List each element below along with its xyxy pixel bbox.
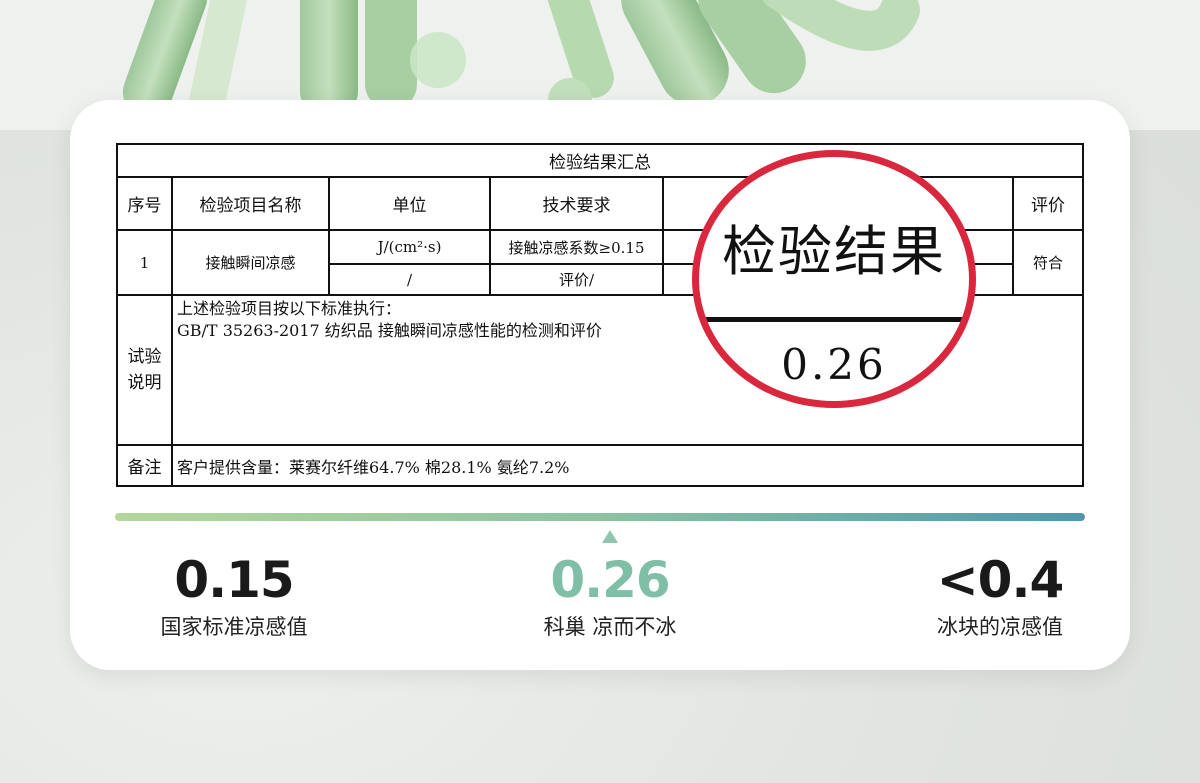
row-unit-2: / xyxy=(328,263,491,296)
scale-marker-triangle-icon xyxy=(602,530,618,543)
stat-label: 冰块的凉感值 xyxy=(937,615,1063,639)
note-text: 客户提供含量：莱赛尔纤维64.7% 棉28.1% 氨纶7.2% xyxy=(170,444,1085,487)
stat-label: 科巢 凉而不冰 xyxy=(543,615,677,639)
row-unit: J/(cm²·s) xyxy=(328,229,491,265)
result-magnifier: 检验结果 0.26 xyxy=(692,150,976,408)
result-card: 检验结果汇总 序号 检验项目名称 单位 技术要求 评价 1 接触瞬间凉感 J/(… xyxy=(70,100,1130,670)
header-unit: 单位 xyxy=(328,176,491,231)
header-requirement: 技术要求 xyxy=(489,176,664,231)
header-seq: 序号 xyxy=(116,176,173,231)
row-seq: 1 xyxy=(116,229,173,296)
magnifier-divider xyxy=(699,317,969,322)
magnifier-title: 检验结果 xyxy=(722,220,946,283)
coolness-scale-bar xyxy=(115,513,1085,521)
stat-value: 0.15 xyxy=(174,551,294,609)
stat-value: 0.26 xyxy=(550,551,670,609)
header-rating: 评价 xyxy=(1011,176,1085,231)
stat-label: 国家标准凉感值 xyxy=(160,615,308,639)
test-label: 试验 说明 xyxy=(116,294,173,446)
row-requirement-2: 评价/ xyxy=(489,263,664,296)
test-label-line-1: 试验 xyxy=(127,347,162,367)
stat-value: <0.4 xyxy=(936,551,1064,609)
stat-ice: <0.4 冰块的凉感值 xyxy=(900,550,1100,642)
stat-product: 0.26 科巢 凉而不冰 xyxy=(500,550,720,642)
stat-national-standard: 0.15 国家标准凉感值 xyxy=(124,550,344,642)
report-title: 检验结果汇总 xyxy=(115,143,1085,178)
row-item: 接触瞬间凉感 xyxy=(171,229,330,296)
test-label-line-2: 说明 xyxy=(127,373,162,393)
magnifier-value: 0.26 xyxy=(781,340,887,389)
row-requirement: 接触凉感系数≥0.15 xyxy=(489,229,664,265)
row-rating: 符合 xyxy=(1011,229,1085,296)
note-label: 备注 xyxy=(116,444,173,487)
header-item: 检验项目名称 xyxy=(171,176,330,231)
